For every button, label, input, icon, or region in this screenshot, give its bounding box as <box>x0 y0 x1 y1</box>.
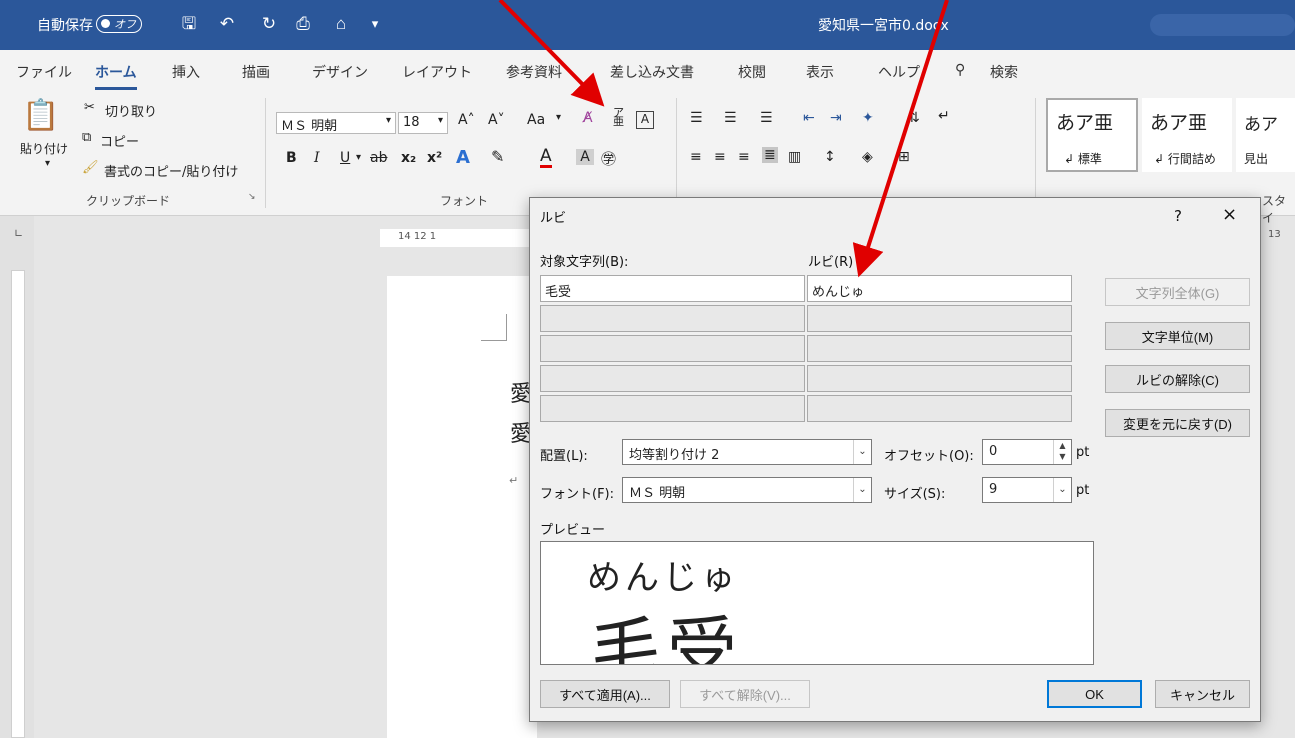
annotation-arrow-to-phonetic-guide <box>498 0 605 107</box>
annotation-arrow-to-ruby-field <box>852 0 949 278</box>
annotation-arrows <box>498 0 949 278</box>
